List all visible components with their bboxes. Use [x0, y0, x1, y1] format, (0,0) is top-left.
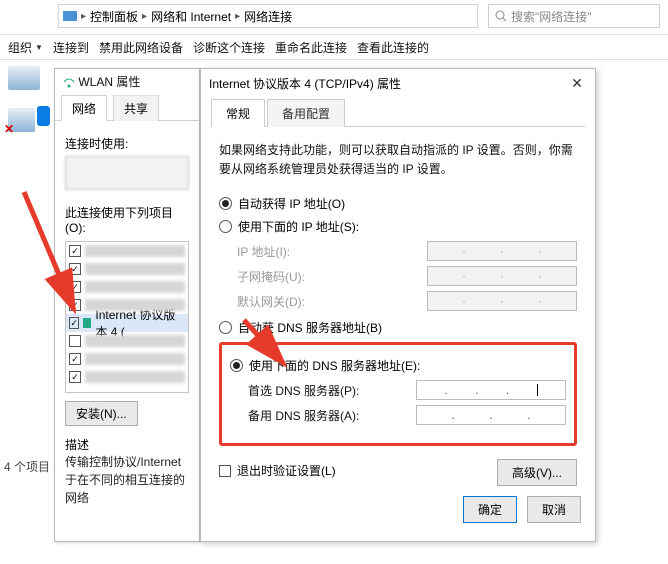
- gateway-input: ···: [427, 291, 577, 311]
- breadcrumb-part[interactable]: 控制面板: [90, 8, 138, 25]
- ok-button[interactable]: 确定: [463, 496, 517, 523]
- checkbox[interactable]: [69, 335, 81, 347]
- dialog-title: Internet 协议版本 4 (TCP/IPv4) 属性: [209, 75, 401, 92]
- toolbar-organize[interactable]: 组织▼: [8, 39, 43, 56]
- radio-icon: [219, 321, 232, 334]
- description-label: 描述: [65, 436, 189, 453]
- tabs: 常规 备用配置: [211, 98, 585, 127]
- tab-alt-config[interactable]: 备用配置: [267, 99, 345, 127]
- ipv4-properties-dialog: Internet 协议版本 4 (TCP/IPv4) 属性 ✕ 常规 备用配置 …: [200, 68, 596, 542]
- nic-disabled-icon[interactable]: [8, 108, 35, 132]
- close-icon[interactable]: ✕: [567, 75, 587, 92]
- search-input[interactable]: 搜索"网络连接": [488, 4, 660, 28]
- checkbox[interactable]: [69, 353, 81, 365]
- alternate-dns-label: 备用 DNS 服务器(A):: [248, 407, 359, 424]
- radio-icon: [219, 220, 232, 233]
- radio-auto-dns[interactable]: 自动获 DNS 服务器地址(B): [219, 319, 577, 336]
- chevron-right-icon: ▸: [235, 11, 240, 22]
- info-paragraph: 如果网络支持此功能，则可以获取自动指派的 IP 设置。否则，你需要从网络系统管理…: [219, 141, 577, 179]
- radio-auto-ip[interactable]: 自动获得 IP 地址(O): [219, 195, 577, 212]
- radio-icon: [230, 359, 243, 372]
- wlan-properties-dialog: WLAN 属性 网络 共享 连接时使用: 此连接使用下列项目(O): Inter…: [54, 68, 200, 542]
- radio-manual-dns[interactable]: 使用下面的 DNS 服务器地址(E):: [230, 357, 566, 374]
- checkbox[interactable]: [69, 299, 81, 311]
- dialog-title: WLAN 属性: [55, 69, 199, 94]
- breadcrumb-part[interactable]: 网络和 Internet: [151, 8, 231, 25]
- chevron-right-icon: ▸: [81, 11, 86, 22]
- nic-icon[interactable]: [8, 66, 40, 90]
- install-button[interactable]: 安装(N)...: [65, 401, 138, 426]
- radio-icon: [219, 197, 232, 210]
- wifi-icon: [63, 78, 75, 88]
- subnet-mask-input: ···: [427, 266, 577, 286]
- checkbox[interactable]: [69, 317, 79, 329]
- toolbar-rename[interactable]: 重命名此连接: [275, 39, 347, 56]
- tab-sharing[interactable]: 共享: [113, 95, 159, 121]
- toolbar-diagnose[interactable]: 诊断这个连接: [193, 39, 265, 56]
- checkbox[interactable]: [69, 371, 81, 383]
- connection-icons: [8, 66, 50, 150]
- checkbox[interactable]: [69, 245, 81, 257]
- preferred-dns-label: 首选 DNS 服务器(P):: [248, 382, 359, 399]
- ip-address-label: IP 地址(I):: [237, 243, 290, 260]
- search-icon: [495, 10, 507, 22]
- checkbox[interactable]: [69, 263, 81, 275]
- adapter-box: [65, 156, 189, 190]
- connect-using-label: 连接时使用:: [65, 135, 189, 152]
- toolbar-connect[interactable]: 连接到: [53, 39, 89, 56]
- toolbar: 组织▼ 连接到 禁用此网络设备 诊断这个连接 重命名此连接 查看此连接的: [0, 34, 668, 60]
- checkbox[interactable]: [69, 281, 81, 293]
- search-placeholder: 搜索"网络连接": [511, 8, 592, 25]
- chevron-right-icon: ▸: [142, 11, 147, 22]
- list-item-ipv4[interactable]: Internet 协议版本 4 (: [66, 314, 188, 332]
- network-icon: [63, 9, 77, 23]
- description-text: 传输控制协议/Internet 于在不同的相互连接的网络: [65, 453, 189, 507]
- uses-items-label: 此连接使用下列项目(O):: [65, 204, 189, 235]
- cancel-button[interactable]: 取消: [527, 496, 581, 523]
- toolbar-disable[interactable]: 禁用此网络设备: [99, 39, 183, 56]
- ip-address-input: ···: [427, 241, 577, 261]
- item-count: 4 个项目: [4, 458, 50, 475]
- gateway-label: 默认网关(D):: [237, 293, 305, 310]
- preferred-dns-input[interactable]: ...: [416, 380, 566, 400]
- breadcrumb-part[interactable]: 网络连接: [244, 8, 292, 25]
- radio-manual-ip[interactable]: 使用下面的 IP 地址(S):: [219, 218, 577, 235]
- subnet-mask-label: 子网掩码(U):: [237, 268, 305, 285]
- breadcrumb[interactable]: ▸ 控制面板 ▸ 网络和 Internet ▸ 网络连接: [58, 4, 478, 28]
- toolbar-viewstatus[interactable]: 查看此连接的: [357, 39, 429, 56]
- protocol-list[interactable]: Internet 协议版本 4 (: [65, 241, 189, 393]
- tab-general[interactable]: 常规: [211, 99, 265, 127]
- advanced-button[interactable]: 高级(V)...: [497, 459, 577, 486]
- red-highlight-box: 使用下面的 DNS 服务器地址(E): 首选 DNS 服务器(P):... 备用…: [219, 342, 577, 446]
- alternate-dns-input[interactable]: ...: [416, 405, 566, 425]
- chevron-down-icon: ▼: [35, 43, 43, 52]
- tab-network[interactable]: 网络: [61, 95, 107, 121]
- tabs: 网络 共享: [55, 94, 199, 121]
- checkbox-icon: [219, 465, 231, 477]
- bluetooth-icon: [37, 106, 50, 126]
